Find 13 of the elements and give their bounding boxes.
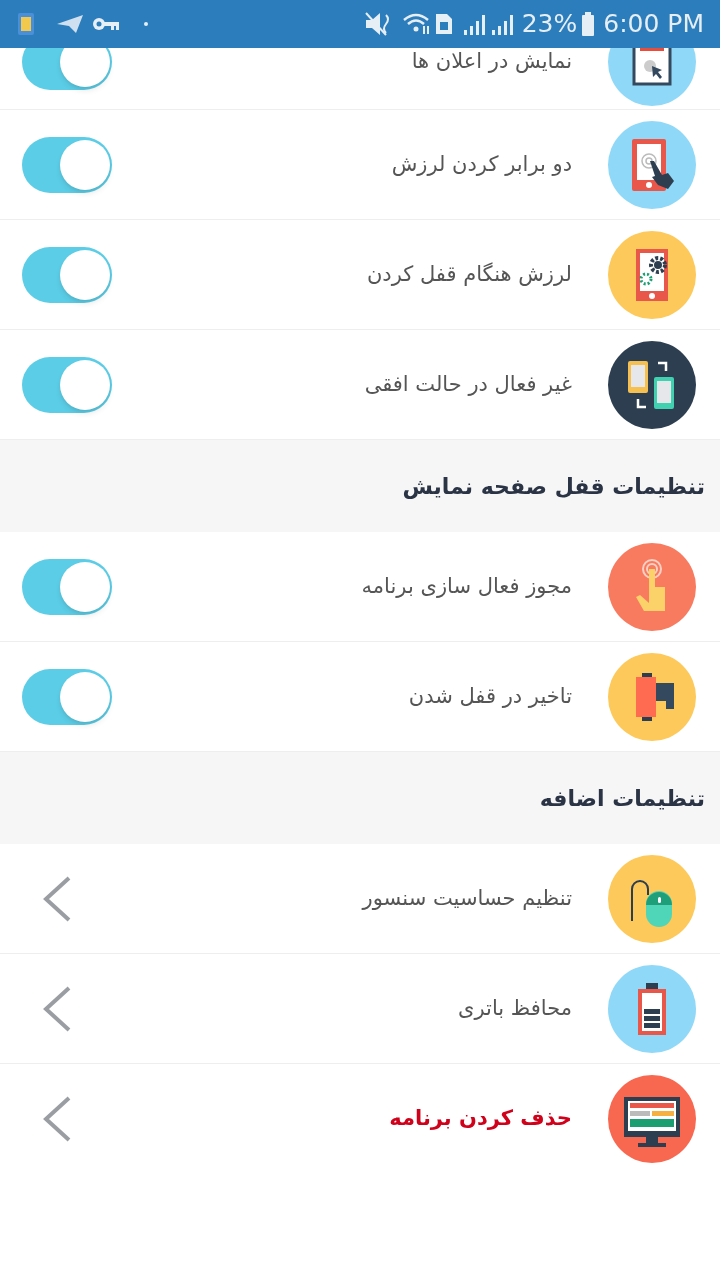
setting-label: مجوز فعال سازی برنامه (361, 572, 572, 600)
setting-label: تاخیر در قفل شدن (408, 682, 572, 710)
setting-label: غیر فعال در حالت افقی (364, 370, 572, 398)
setting-label: لرزش هنگام قفل کردن (366, 260, 572, 288)
setting-label: تنظیم حساسیت سنسور (362, 884, 572, 912)
section-header: تنظیمات اضافه (539, 784, 705, 813)
clock: 6:00 PM (603, 8, 704, 41)
setting-label: نمایش در اعلان ها (411, 47, 572, 75)
setting-label: محافظ باتری (458, 994, 572, 1022)
section-header: تنظیمات قفل صفحه نمایش (402, 472, 705, 501)
setting-label: حذف کردن برنامه (389, 1105, 572, 1133)
battery-percent: 23% (521, 8, 578, 41)
setting-label: دو برابر کردن لرزش (391, 150, 572, 178)
